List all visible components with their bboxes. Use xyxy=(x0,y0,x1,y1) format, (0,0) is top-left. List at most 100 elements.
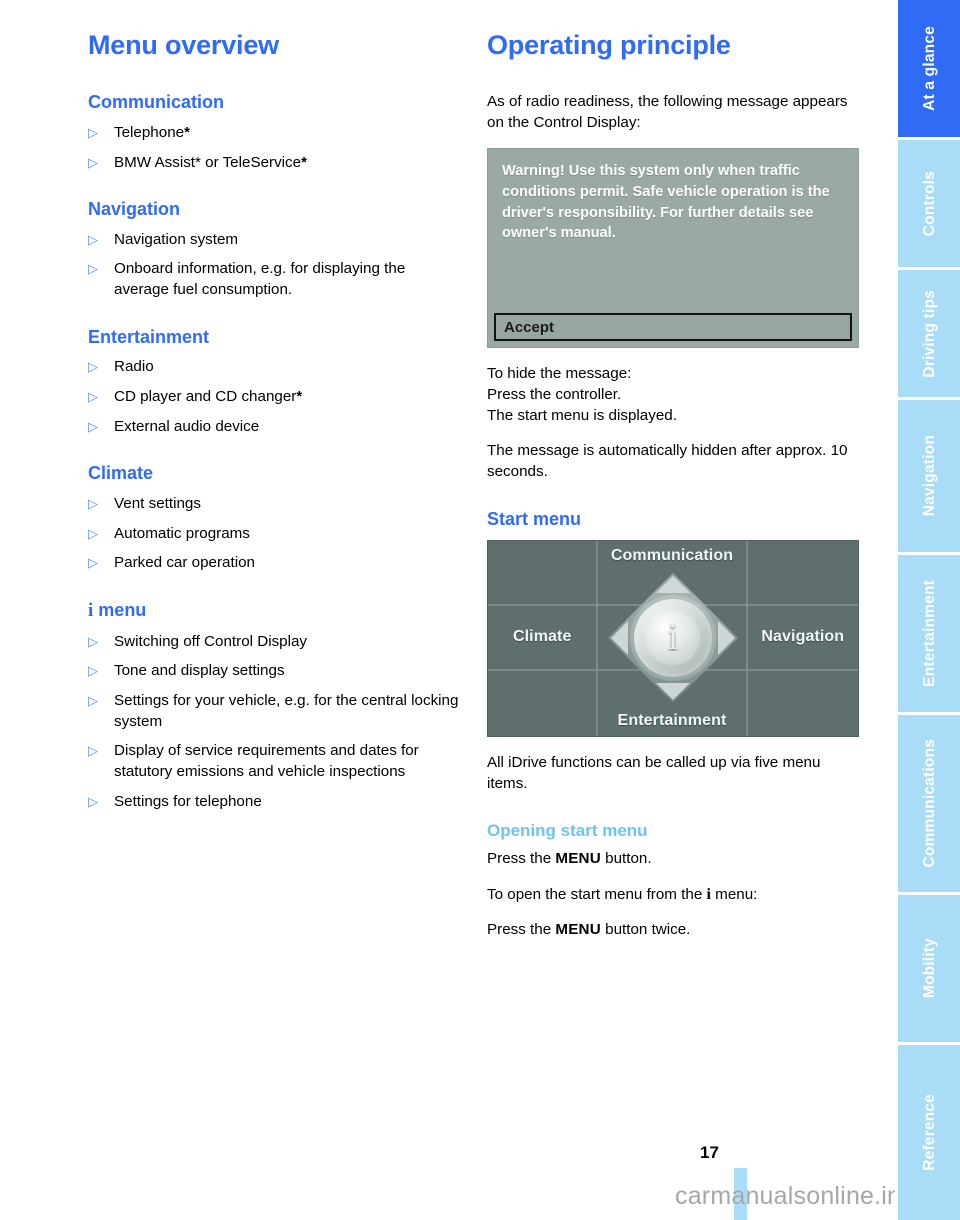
list-communication: ▷ Telephone* ▷ BMW Assist* or TeleServic… xyxy=(88,123,460,173)
list-climate: ▷ Vent settings ▷ Automatic programs ▷ P… xyxy=(88,494,460,574)
option-star: * xyxy=(296,388,303,406)
list-item: ▷ BMW Assist* or TeleService* xyxy=(88,153,460,174)
start-menu-grid: Communication Climate Navigation Enterta… xyxy=(488,540,858,736)
menu-item-entertainment-label: Entertainment xyxy=(617,711,727,729)
sidebar-item-label: Reference xyxy=(921,1094,939,1171)
list-item-label: Vent settings xyxy=(114,494,201,512)
sidebar-item-mobility[interactable]: Mobility xyxy=(895,895,960,1045)
sidebar-item-label: Controls xyxy=(921,170,939,237)
menu-item-climate-label: Climate xyxy=(512,628,572,646)
cell-empty-bottom-left xyxy=(488,670,599,736)
sidebar-item-communications[interactable]: Communications xyxy=(895,715,960,895)
opening-step-1: Press the MENU button. xyxy=(487,849,652,867)
triangle-bullet-icon: ▷ xyxy=(88,495,98,511)
idrive-note: All iDrive functions can be called up vi… xyxy=(487,753,821,792)
opening-step-3: Press the MENU button twice. xyxy=(487,920,691,938)
list-item-label: Tone and display settings xyxy=(114,662,285,680)
list-item-label: Switching off Control Display xyxy=(114,632,308,650)
list-item: ▷ Navigation system xyxy=(88,230,460,251)
list-item-label: Navigation system xyxy=(114,230,239,248)
list-item: ▷ CD player and CD changer* xyxy=(88,387,460,408)
intro-paragraph: As of radio readiness, the following mes… xyxy=(487,93,848,132)
menu-item-navigation[interactable]: Navigation xyxy=(747,606,858,671)
menu-item-navigation-label: Navigation xyxy=(761,628,845,646)
menu-item-communication-label: Communication xyxy=(610,546,734,564)
list-item-label: CD player and CD changer* xyxy=(114,388,303,406)
page-number: 17 xyxy=(700,1143,719,1162)
section-heading-communication: Communication xyxy=(88,92,225,113)
menu-button-key: MENU xyxy=(555,849,601,867)
section-heading-climate: Climate xyxy=(88,463,154,484)
opening-step-2: To open the start menu from the i menu: xyxy=(487,885,758,903)
chapter-tab-strip: At a glance Controls Driving tips Naviga… xyxy=(895,0,960,1220)
control-display-warning: Warning! Use this system only when traff… xyxy=(487,148,859,349)
triangle-bullet-icon: ▷ xyxy=(88,555,98,571)
list-item: ▷ Parked car operation xyxy=(88,553,460,574)
sidebar-item-controls[interactable]: Controls xyxy=(895,140,960,270)
triangle-bullet-icon: ▷ xyxy=(88,633,98,649)
section-heading-navigation: Navigation xyxy=(88,199,181,220)
list-item: ▷ Settings for telephone xyxy=(88,792,460,813)
sidebar-item-label: Mobility xyxy=(921,938,939,999)
left-column: Menu overview Communication ▷ Telephone*… xyxy=(88,30,460,822)
manual-page: Menu overview Communication ▷ Telephone*… xyxy=(0,0,960,1220)
list-item-label: Radio xyxy=(114,358,154,376)
option-star: * xyxy=(301,153,307,171)
sidebar-item-label: Entertainment xyxy=(921,580,939,687)
figure-start-menu: Communication Climate Navigation Enterta… xyxy=(487,539,859,737)
hide-line-2: Press the controller. xyxy=(487,386,622,404)
section-heading-entertainment: Entertainment xyxy=(88,326,210,347)
triangle-bullet-icon: ▷ xyxy=(88,231,98,247)
list-item-label: External audio device xyxy=(114,417,260,435)
list-item: ▷ Switching off Control Display xyxy=(88,632,460,653)
hide-message-instructions: To hide the message: Press the controlle… xyxy=(487,364,859,427)
list-item: ▷ Onboard information, e.g. for displayi… xyxy=(88,259,460,300)
cell-empty-bottom-right xyxy=(748,671,858,736)
sidebar-item-at-a-glance[interactable]: At a glance xyxy=(895,0,960,140)
section-heading-start-menu: Start menu xyxy=(487,509,582,530)
list-item-label: Display of service requirements and date… xyxy=(114,742,419,781)
accept-button[interactable]: Accept xyxy=(494,313,852,342)
triangle-bullet-icon: ▷ xyxy=(88,793,98,809)
triangle-bullet-icon: ▷ xyxy=(88,124,98,140)
sidebar-item-reference[interactable]: Reference xyxy=(895,1045,960,1220)
triangle-bullet-icon: ▷ xyxy=(88,525,98,541)
cell-empty-top-right xyxy=(747,541,858,606)
subsection-heading-opening-start-menu: Opening start menu xyxy=(487,820,648,840)
list-item-label: BMW Assist* or TeleService* xyxy=(114,153,307,171)
list-item: ▷ External audio device xyxy=(88,417,460,438)
triangle-bullet-icon: ▷ xyxy=(88,359,98,375)
list-item: ▷ Settings for your vehicle, e.g. for th… xyxy=(88,691,460,732)
list-item: ▷ Vent settings xyxy=(88,494,460,515)
list-item-label: Automatic programs xyxy=(114,524,250,542)
watermark: carmanualsonline.info xyxy=(675,1182,923,1210)
cell-center xyxy=(598,605,748,671)
triangle-bullet-icon: ▷ xyxy=(88,418,98,434)
menu-button-key: MENU xyxy=(555,920,601,938)
warning-message: Warning! Use this system only when traff… xyxy=(502,163,830,242)
cell-empty-top-left xyxy=(488,540,599,606)
list-item: ▷ Radio xyxy=(88,357,460,378)
list-item-label: Parked car operation xyxy=(114,554,255,572)
control-display-start-menu: Communication Climate Navigation Enterta… xyxy=(487,539,859,737)
list-navigation: ▷ Navigation system ▷ Onboard informatio… xyxy=(88,230,460,301)
sidebar-item-driving-tips[interactable]: Driving tips xyxy=(895,270,960,400)
list-item: ▷ Automatic programs xyxy=(88,524,460,545)
list-item-label: Settings for your vehicle, e.g. for the … xyxy=(114,692,459,730)
menu-item-entertainment[interactable]: Entertainment xyxy=(598,670,748,736)
list-item-label: Settings for telephone xyxy=(114,792,262,810)
menu-item-communication[interactable]: Communication xyxy=(598,540,748,606)
figure-warning-screen: Warning! Use this system only when traff… xyxy=(487,148,859,349)
sidebar-item-label: Navigation xyxy=(921,435,939,517)
list-item: ▷ Telephone* xyxy=(88,123,460,144)
sidebar-item-entertainment[interactable]: Entertainment xyxy=(895,555,960,715)
list-item-label: Telephone* xyxy=(114,123,190,141)
info-i-icon: i xyxy=(88,600,94,621)
hide-line-3: The start menu is displayed. xyxy=(487,407,677,425)
hide-line-1: To hide the message: xyxy=(487,365,632,383)
menu-item-climate[interactable]: Climate xyxy=(488,605,599,671)
triangle-bullet-icon: ▷ xyxy=(88,693,98,709)
sidebar-item-label: At a glance xyxy=(921,26,939,111)
sidebar-item-navigation[interactable]: Navigation xyxy=(895,400,960,555)
triangle-bullet-icon: ▷ xyxy=(88,261,98,277)
